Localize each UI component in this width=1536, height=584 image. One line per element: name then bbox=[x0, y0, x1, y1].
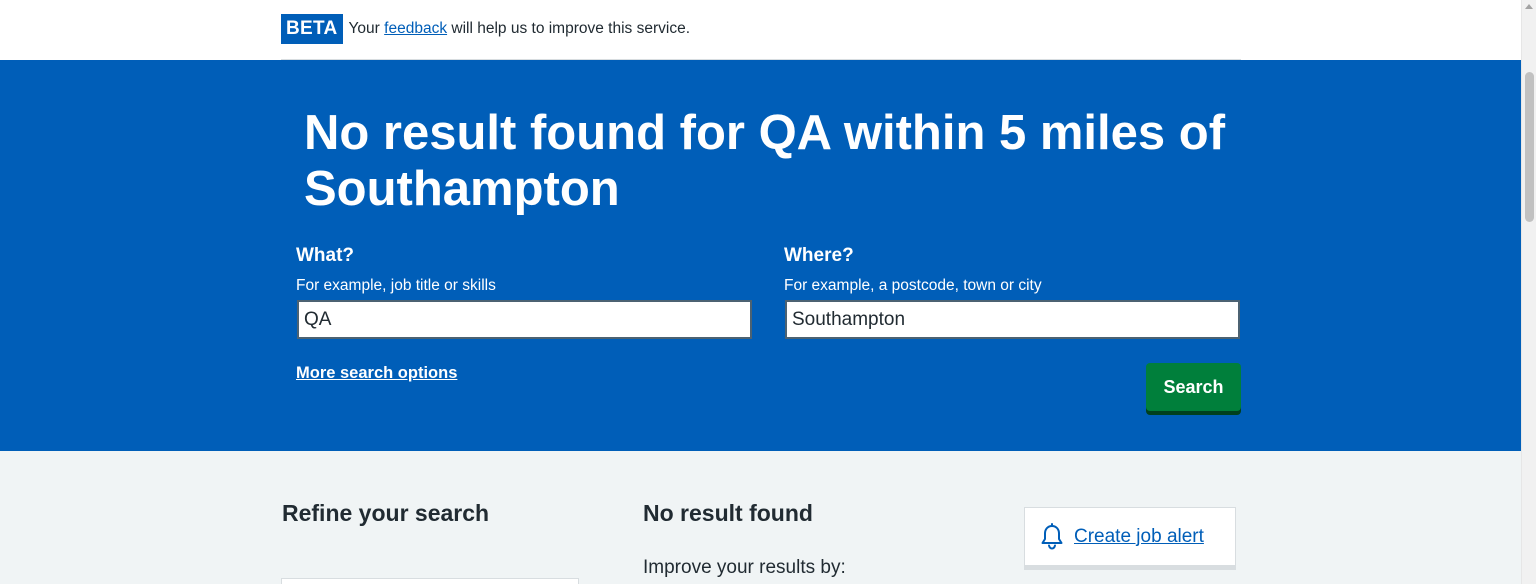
search-hero: No result found for QA within 5 miles of… bbox=[0, 60, 1521, 451]
where-hint: For example, a postcode, town or city bbox=[784, 277, 1042, 294]
page-title: No result found for QA within 5 miles of… bbox=[304, 106, 1226, 216]
where-input[interactable] bbox=[785, 300, 1240, 339]
no-result-heading: No result found bbox=[643, 500, 813, 526]
beta-text-after: will help us to improve this service. bbox=[451, 20, 691, 37]
page-scrollbar[interactable] bbox=[1521, 0, 1536, 584]
more-search-options-link[interactable]: More search options bbox=[296, 364, 457, 383]
scroll-up-arrow-icon[interactable] bbox=[1525, 4, 1533, 9]
beta-text-before: Your bbox=[348, 20, 380, 37]
what-hint: For example, job title or skills bbox=[296, 277, 496, 294]
job-alert-card[interactable]: Create job alert bbox=[1024, 507, 1236, 566]
scrollbar-thumb[interactable] bbox=[1525, 72, 1534, 222]
bell-icon bbox=[1039, 522, 1065, 551]
where-label: Where? bbox=[784, 245, 854, 266]
refine-panel bbox=[281, 578, 579, 584]
what-label: What? bbox=[296, 245, 355, 266]
beta-banner-content: BETA Your feedback will help us to impro… bbox=[281, 14, 690, 44]
feedback-link[interactable]: feedback bbox=[384, 20, 447, 37]
improve-results-text: Improve your results by: bbox=[643, 557, 846, 578]
what-input[interactable] bbox=[297, 300, 752, 339]
search-button[interactable]: Search bbox=[1146, 363, 1241, 411]
beta-message: Your feedback will help us to improve th… bbox=[349, 20, 691, 38]
beta-banner: BETA Your feedback will help us to impro… bbox=[0, 0, 1521, 60]
beta-tag: BETA bbox=[281, 14, 343, 44]
page: BETA Your feedback will help us to impro… bbox=[0, 0, 1521, 584]
create-job-alert-link[interactable]: Create job alert bbox=[1074, 526, 1204, 548]
refine-heading: Refine your search bbox=[282, 500, 490, 526]
